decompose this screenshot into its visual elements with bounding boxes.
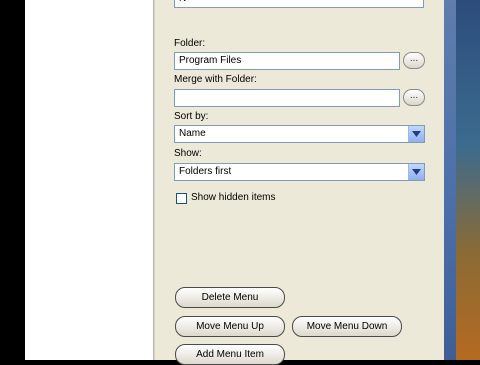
folder-field[interactable]: Program Files: [174, 52, 400, 70]
show-hidden-items-label: Show hidden items: [191, 192, 276, 203]
chevron-down-icon[interactable]: [408, 126, 424, 142]
desktop-background: [456, 0, 480, 360]
name-field[interactable]: N: [174, 0, 424, 8]
sort-by-value: Name: [179, 128, 206, 139]
sort-by-select[interactable]: Name: [174, 125, 425, 143]
chevron-down-icon[interactable]: [408, 164, 424, 180]
merge-folder-field[interactable]: [174, 89, 400, 107]
sort-by-label: Sort by:: [174, 111, 209, 122]
show-label: Show:: [174, 148, 202, 159]
move-menu-up-button[interactable]: Move Menu Up: [175, 316, 285, 337]
window-edge: [444, 0, 456, 360]
menu-tree-panel[interactable]: [25, 0, 154, 360]
show-value: Folders first: [179, 166, 232, 177]
merge-folder-browse-button[interactable]: ...: [403, 89, 425, 106]
folder-browse-button[interactable]: ...: [403, 52, 425, 69]
move-menu-down-button[interactable]: Move Menu Down: [292, 316, 402, 337]
delete-menu-button[interactable]: Delete Menu: [175, 287, 285, 308]
folder-label: Folder:: [174, 38, 206, 49]
add-menu-item-button[interactable]: Add Menu Item: [175, 344, 285, 365]
show-hidden-items-checkbox[interactable]: [176, 193, 187, 204]
merge-folder-label: Merge with Folder:: [174, 74, 257, 85]
show-select[interactable]: Folders first: [174, 163, 425, 181]
